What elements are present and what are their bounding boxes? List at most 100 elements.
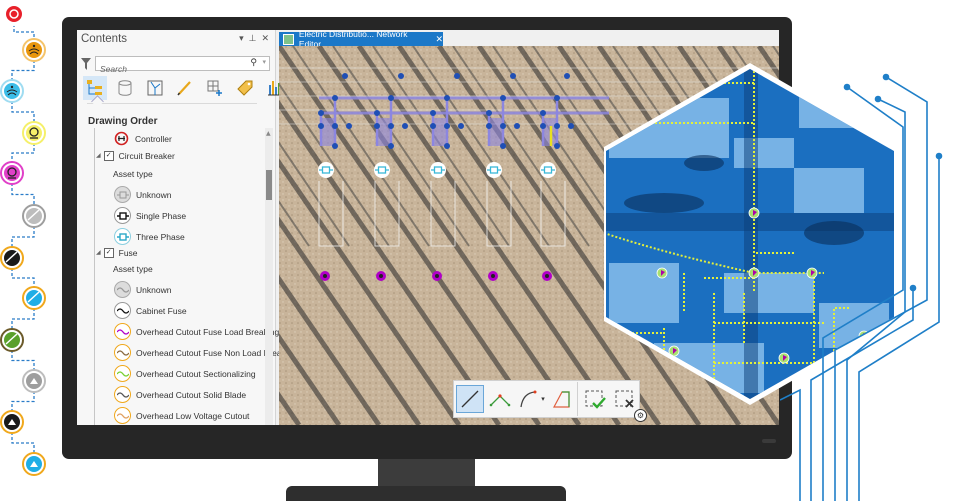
tree-item-fuse[interactable]: Unknown (114, 279, 171, 300)
chain-connector (11, 183, 35, 206)
transformer-grey-symbol-icon (22, 369, 46, 393)
fuse-symbol[interactable] (376, 271, 386, 281)
asset-type-heading: Asset type (113, 258, 153, 279)
arc-options-dropdown-icon[interactable]: ▾ (541, 395, 545, 403)
tree-item-label: Overhead Low Voltage Cutout (136, 410, 250, 421)
arc-tool-button[interactable] (516, 385, 544, 413)
vertex (332, 143, 338, 149)
circuit-breaker-symbol[interactable] (430, 162, 446, 178)
vertex (486, 110, 492, 116)
drawing-order-icon (87, 80, 102, 95)
asset-type-label: Asset type (113, 263, 153, 274)
fuse-symbol-icon (114, 323, 131, 340)
contents-toolbar (83, 76, 287, 100)
vertex (554, 143, 560, 149)
scroll-up-arrow-icon[interactable]: ▲ (266, 130, 271, 137)
tree-item-label: Cabinet Fuse (136, 305, 187, 316)
map-view-tab[interactable]: Electric Distributio... Network Editor ✕ (279, 30, 443, 49)
vertex (458, 123, 464, 129)
toolbar-divider (87, 103, 257, 104)
polyline-tool-button[interactable] (486, 385, 514, 413)
vertex (444, 123, 450, 129)
tree-item-label: Overhead Cutout Sectionalizing (136, 368, 256, 379)
tree-item-fuse[interactable]: Cabinet Fuse (114, 300, 187, 321)
layer-visibility-checkbox[interactable]: ✓ (103, 150, 114, 161)
layer-label: Fuse (118, 247, 138, 258)
chain-connector (11, 308, 35, 330)
scroll-thumb[interactable] (266, 170, 272, 200)
list-by-labeling-button[interactable] (233, 76, 257, 100)
tree-item-label: Overhead Cutout Solid Blade (136, 389, 247, 400)
contents-scrollbar[interactable]: ▲ (265, 128, 273, 425)
toolbar-settings-gear-icon[interactable]: ⚙ (634, 409, 647, 422)
fuse-symbol[interactable] (542, 271, 552, 281)
fuse-symbol[interactable] (320, 271, 330, 281)
asset-type-label: Asset type (113, 168, 153, 179)
vertex (318, 123, 324, 129)
fuse-symbol-icon (114, 365, 131, 382)
switch-bay (489, 118, 503, 146)
tree-item-fuse[interactable]: Overhead Low Voltage Cutout (114, 405, 249, 425)
vertex (398, 73, 404, 79)
vertex (500, 95, 506, 101)
layer-visibility-checkbox[interactable]: ✓ (103, 247, 114, 258)
search-input[interactable] (96, 62, 240, 76)
circuit-trace-decoration (780, 73, 943, 501)
vertex (430, 110, 436, 116)
circuit-breaker-symbol[interactable] (318, 162, 334, 178)
selection-icon (147, 80, 163, 96)
snapping-icon (207, 80, 222, 96)
monitor-stand-base (286, 486, 566, 501)
circuit-breaker-symbol[interactable] (486, 162, 502, 178)
right-angle-polygon-icon (552, 391, 570, 408)
vertex (332, 123, 338, 129)
filter-icon[interactable] (80, 57, 92, 71)
chain-connector (13, 24, 35, 40)
search-options-chevron-icon[interactable]: ▾ (262, 58, 266, 66)
circuit-breaker-symbol[interactable] (374, 162, 390, 178)
device-symbol (656, 267, 668, 279)
fuse-symbol-icon (114, 407, 131, 424)
expand-collapse-icon[interactable]: ◢ (96, 152, 101, 159)
vertex (332, 95, 338, 101)
line-tool-button[interactable] (456, 385, 484, 413)
chain-connector (11, 143, 35, 163)
circuit-node (882, 73, 890, 81)
circuit-breaker-symbol[interactable] (540, 162, 556, 178)
list-by-data-source-button[interactable] (113, 76, 137, 100)
tree-item-cb-single-phase[interactable]: Single Phase (114, 205, 186, 226)
tree-item-fuse[interactable]: Overhead Cutout Solid Blade (114, 384, 246, 405)
breaker-unknown-symbol-icon (114, 186, 131, 203)
close-tab-icon[interactable]: ✕ (435, 34, 443, 45)
pane-pin-button[interactable]: ⊥ (249, 34, 257, 44)
pencil-icon (177, 81, 191, 96)
search-icon[interactable]: ⚲ (250, 58, 257, 68)
switch-bay (377, 118, 391, 146)
tree-item-cb-unknown[interactable]: Unknown (114, 184, 171, 205)
chain-connector (11, 60, 35, 81)
symbol-legend-chain (0, 2, 46, 476)
list-by-snapping-button[interactable] (203, 76, 227, 100)
list-by-editing-button[interactable] (173, 76, 197, 100)
pane-close-button[interactable]: ✕ (261, 34, 269, 44)
vertex (374, 110, 380, 116)
device-symbol (748, 207, 760, 219)
database-icon (118, 80, 132, 96)
fuse-symbol[interactable] (432, 271, 442, 281)
vertex (454, 73, 460, 79)
pane-menu-button[interactable]: ▾ (239, 34, 244, 44)
expand-collapse-icon[interactable]: ◢ (96, 249, 101, 256)
transformer-cyan-symbol-icon (22, 452, 46, 476)
vertex (540, 110, 546, 116)
vertex (346, 123, 352, 129)
layer-label: Circuit Breaker (118, 150, 175, 161)
label-tag-icon (237, 80, 253, 96)
tree-item-fuse[interactable]: Overhead Cutout Fuse Load Breaking (114, 321, 279, 342)
tree-item-fuse[interactable]: Overhead Cutout Sectionalizing (114, 363, 256, 384)
list-by-selection-button[interactable] (143, 76, 167, 100)
switch-bay (321, 118, 335, 146)
right-angle-tool-button[interactable] (547, 385, 575, 413)
chain-connector (11, 226, 35, 248)
fuse-symbol[interactable] (488, 271, 498, 281)
meter-green-symbol-icon (0, 328, 24, 352)
